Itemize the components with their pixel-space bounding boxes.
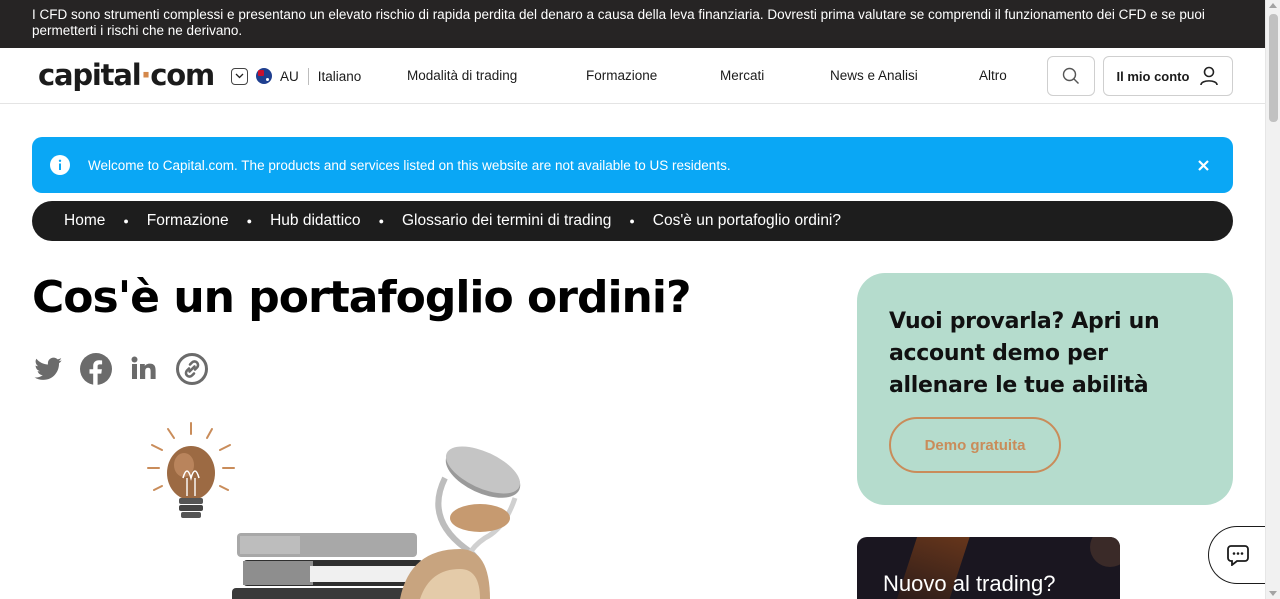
breadcrumb-item[interactable]: Home xyxy=(64,212,105,230)
demo-card-heading: Vuoi provarla? Apri un account demo per … xyxy=(889,309,1160,398)
nav-item-markets[interactable]: Mercati xyxy=(720,68,764,83)
article-illustration xyxy=(147,422,521,599)
breadcrumb-item[interactable]: Formazione xyxy=(147,212,229,230)
copy-link-icon[interactable] xyxy=(176,353,208,385)
region-selector[interactable]: AU Italiano xyxy=(231,67,361,85)
demo-account-card: Vuoi provarla? Apri un account demo per … xyxy=(857,273,1233,505)
region-code: AU xyxy=(280,68,299,84)
site-header: capital·com AU Italiano Modalità di trad… xyxy=(0,48,1265,104)
chat-icon xyxy=(1227,545,1249,566)
close-icon[interactable] xyxy=(1193,155,1213,175)
breadcrumb: Home ● Formazione ● Hub didattico ● Glos… xyxy=(32,201,1233,241)
twitter-icon[interactable] xyxy=(32,353,64,385)
breadcrumb-separator: ● xyxy=(629,216,635,226)
chevron-down-icon[interactable] xyxy=(231,67,248,85)
banner-message: Welcome to Capital.com. The products and… xyxy=(88,157,731,173)
risk-warning-bar: I CFD sono strumenti complessi e present… xyxy=(0,0,1265,48)
breadcrumb-separator: ● xyxy=(378,216,384,226)
nav-item-news[interactable]: News e Analisi xyxy=(830,68,918,83)
breadcrumb-separator: ● xyxy=(246,216,253,226)
language-label[interactable]: Italiano xyxy=(318,69,362,84)
scroll-up-arrow[interactable] xyxy=(1269,3,1277,8)
scroll-down-arrow[interactable] xyxy=(1269,591,1277,596)
search-icon xyxy=(1062,67,1079,84)
new-card-heading: Nuovo al trading? xyxy=(883,571,1056,596)
page-title: Cos'è un portafoglio ordini? xyxy=(32,272,691,323)
page-scrollbar[interactable] xyxy=(1265,0,1280,599)
decorative-shape xyxy=(1090,537,1120,567)
nav-item-trading-modes[interactable]: Modalità di trading xyxy=(407,68,517,83)
australia-flag-icon xyxy=(256,68,272,84)
breadcrumb-item[interactable]: Glossario dei termini di trading xyxy=(402,212,611,230)
user-icon xyxy=(1200,66,1219,86)
scrollbar-thumb[interactable] xyxy=(1269,14,1278,122)
logo-part: com xyxy=(150,58,215,92)
logo[interactable]: capital·com xyxy=(38,58,215,92)
risk-warning-text: I CFD sono strumenti complessi e present… xyxy=(32,7,1205,38)
my-account-button[interactable]: Il mio conto xyxy=(1103,56,1233,96)
search-button[interactable] xyxy=(1047,56,1095,96)
divider xyxy=(307,67,309,85)
breadcrumb-current: Cos'è un portafoglio ordini? xyxy=(652,212,841,229)
logo-part: capital xyxy=(38,58,142,92)
account-label: Il mio conto xyxy=(1116,68,1190,84)
breadcrumb-item[interactable]: Hub didattico xyxy=(270,212,360,230)
logo-dot: · xyxy=(140,58,151,92)
breadcrumb-separator: ● xyxy=(123,216,129,226)
nav-item-more[interactable]: Altro xyxy=(979,68,1007,83)
linkedin-icon[interactable] xyxy=(128,353,160,385)
info-banner: Welcome to Capital.com. The products and… xyxy=(32,137,1233,193)
nav-item-education[interactable]: Formazione xyxy=(586,68,657,83)
info-icon xyxy=(50,155,70,175)
new-to-trading-card[interactable]: Nuovo al trading? xyxy=(857,537,1120,599)
free-demo-button[interactable]: Demo gratuita xyxy=(889,417,1061,473)
facebook-icon[interactable] xyxy=(80,353,112,385)
